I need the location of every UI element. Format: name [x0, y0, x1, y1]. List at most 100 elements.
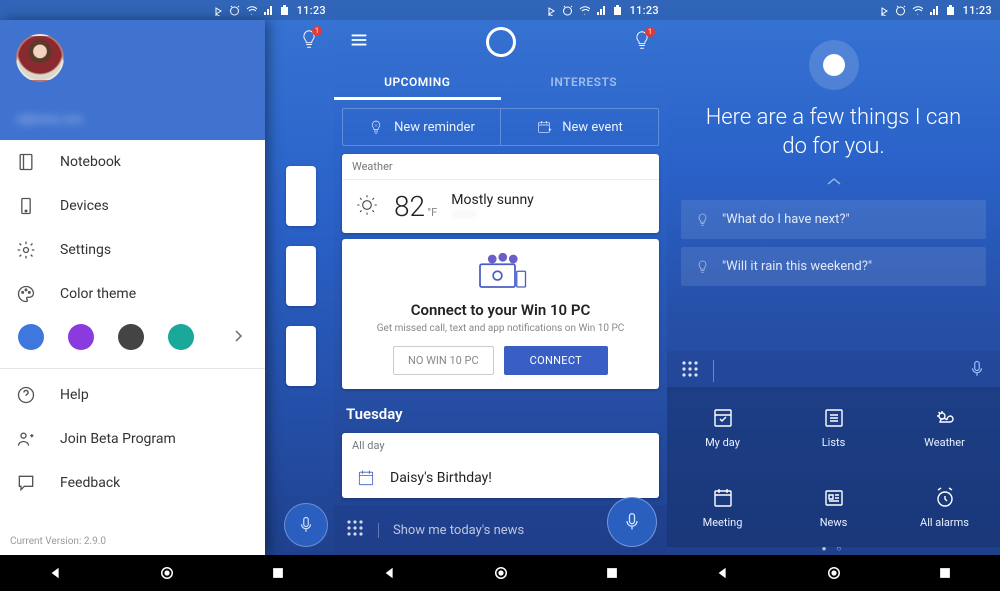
nav-back-icon[interactable]: [381, 564, 399, 582]
drawer-item-label: Color theme: [60, 286, 136, 302]
nav-home-icon[interactable]: [825, 564, 843, 582]
weather-unit: °F: [427, 206, 437, 219]
tile-my-day[interactable]: My day: [667, 387, 778, 467]
account-email: x@xxxx.xxx: [16, 112, 249, 127]
drawer-item-label: Notebook: [60, 154, 121, 170]
app-header: 1: [334, 20, 667, 64]
drawer-item-devices[interactable]: Devices: [0, 184, 265, 228]
mic-icon[interactable]: [968, 360, 986, 382]
clock-text: 11:23: [630, 4, 659, 17]
status-bar: 11:23: [334, 0, 667, 20]
version-text: Current Version: 2.9.0: [0, 528, 265, 555]
drawer-item-notebook[interactable]: Notebook: [0, 140, 265, 184]
nav-recent-icon[interactable]: [269, 564, 287, 582]
drawer-item-feedback[interactable]: Feedback: [0, 461, 265, 505]
new-event-button[interactable]: New event: [501, 109, 658, 145]
status-bar: 11:23: [667, 0, 1000, 20]
nav-home-icon[interactable]: [158, 564, 176, 582]
sun-icon: [354, 192, 380, 222]
event-card[interactable]: All day Daisy's Birthday!: [342, 433, 659, 498]
tile-news[interactable]: News: [778, 467, 889, 547]
nav-home-icon[interactable]: [492, 564, 510, 582]
drawer-item-settings[interactable]: Settings: [0, 228, 265, 272]
tile-weather[interactable]: Weather: [889, 387, 1000, 467]
color-swatch-blue[interactable]: [18, 324, 44, 350]
signal-icon: [596, 5, 607, 16]
weather-temp: 82: [394, 190, 425, 223]
bluetooth-icon: [212, 5, 223, 16]
drawer-item-label: Join Beta Program: [60, 431, 176, 447]
color-swatch-dark[interactable]: [118, 324, 144, 350]
drawer-item-help[interactable]: Help: [0, 373, 265, 417]
new-reminder-button[interactable]: New reminder: [343, 109, 501, 145]
chevron-right-icon[interactable]: [233, 328, 243, 347]
battery-icon: [280, 5, 291, 16]
tips-icon[interactable]: 1: [631, 29, 653, 55]
tile-label: Meeting: [703, 516, 743, 529]
bulb-icon: [695, 212, 710, 227]
android-nav-bar: [334, 555, 667, 591]
lists-icon: [822, 406, 846, 430]
cortana-halo-icon: [809, 40, 859, 90]
drawer-item-label: Feedback: [60, 475, 120, 491]
signal-icon: [263, 5, 274, 16]
alarm-icon: [562, 5, 573, 16]
color-swatch-teal[interactable]: [168, 324, 194, 350]
quick-actions: New reminder New event: [342, 108, 659, 146]
app-grid-icon[interactable]: [681, 360, 699, 382]
suggestion-text: "Will it rain this weekend?": [722, 259, 872, 274]
android-nav-bar: [667, 555, 1000, 591]
suggestion-text: "What do I have next?": [722, 212, 850, 227]
tile-label: All alarms: [920, 516, 969, 529]
status-bar: 11:23: [0, 0, 334, 20]
calendar-icon: [356, 468, 376, 488]
wifi-icon: [912, 5, 923, 16]
clock-text: 11:23: [963, 4, 992, 17]
tips-icon[interactable]: 1: [298, 28, 320, 54]
tab-interests[interactable]: INTERESTS: [501, 64, 668, 100]
tile-meeting[interactable]: Meeting: [667, 467, 778, 547]
color-swatch-purple[interactable]: [68, 324, 94, 350]
nav-recent-icon[interactable]: [936, 564, 954, 582]
suggestion-item[interactable]: "Will it rain this weekend?": [681, 247, 986, 286]
alarm-icon: [895, 5, 906, 16]
connect-button[interactable]: CONNECT: [504, 346, 608, 375]
news-icon: [822, 486, 846, 510]
mic-fab[interactable]: [607, 497, 657, 547]
devices-icon: [16, 196, 36, 216]
nav-back-icon[interactable]: [714, 564, 732, 582]
weather-location: ———: [451, 208, 534, 221]
tile-alarms[interactable]: All alarms: [889, 467, 1000, 547]
weather-card[interactable]: Weather 82°F Mostly sunny ———: [342, 154, 659, 233]
nav-recent-icon[interactable]: [603, 564, 621, 582]
event-title: Daisy's Birthday!: [390, 470, 492, 486]
connect-pc-card: Connect to your Win 10 PC Get missed cal…: [342, 239, 659, 389]
wifi-icon: [246, 5, 257, 16]
drawer-header: x@xxxx.xxx: [0, 20, 265, 140]
tile-lists[interactable]: Lists: [778, 387, 889, 467]
drawer-item-label: Settings: [60, 242, 111, 258]
suggestion-item[interactable]: "What do I have next?": [681, 200, 986, 239]
tile-label: News: [820, 516, 848, 529]
clock-text: 11:23: [297, 4, 326, 17]
help-icon: [16, 385, 36, 405]
mic-fab-bg: [284, 503, 328, 547]
drawer-item-color-theme[interactable]: Color theme: [0, 272, 265, 316]
hamburger-icon[interactable]: [348, 29, 370, 55]
tips-badge: 1: [645, 27, 655, 37]
avatar[interactable]: [16, 34, 64, 82]
tab-upcoming[interactable]: UPCOMING: [334, 64, 501, 100]
navigation-drawer: x@xxxx.xxx Notebook Devices Settings Col…: [0, 20, 265, 555]
my-day-icon: [711, 406, 735, 430]
tabs: UPCOMING INTERESTS: [334, 64, 667, 100]
weather-condition: Mostly sunny: [451, 192, 534, 208]
no-pc-button[interactable]: NO WIN 10 PC: [393, 346, 494, 375]
wifi-icon: [579, 5, 590, 16]
app-grid-icon[interactable]: [346, 519, 364, 541]
chevron-up-icon: [667, 171, 1000, 190]
weather-icon: [933, 406, 957, 430]
nav-back-icon[interactable]: [47, 564, 65, 582]
new-event-label: New event: [562, 120, 623, 135]
day-header: Tuesday: [334, 395, 667, 427]
drawer-item-beta[interactable]: Join Beta Program: [0, 417, 265, 461]
